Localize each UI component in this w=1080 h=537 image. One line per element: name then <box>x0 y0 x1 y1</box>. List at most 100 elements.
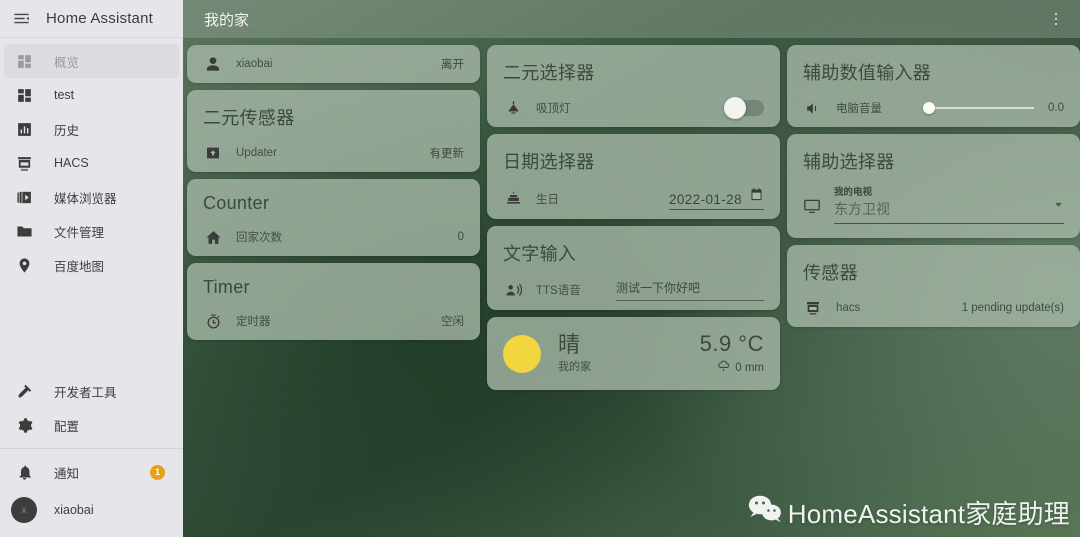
entity-row: TTS语音 测试一下你好吧 <box>487 270 780 310</box>
slider-value: 0.0 <box>1048 102 1064 114</box>
sidebar-item-history[interactable]: 历史 <box>4 112 179 146</box>
entity-state: 有更新 <box>429 148 465 160</box>
card-input-datetime: 日期选择器 生日 2022-01-28 <box>487 134 780 219</box>
entity-name: TTS语音 <box>536 285 581 297</box>
card-title: 文字输入 <box>503 244 577 264</box>
ceiling-light-icon <box>503 98 523 118</box>
volume-medium-icon <box>803 98 823 118</box>
calendar-icon[interactable] <box>749 187 764 207</box>
entity-row[interactable]: 吸顶灯 <box>487 89 780 127</box>
notification-badge: 1 <box>150 464 165 480</box>
date-input[interactable]: 2022-01-28 <box>668 187 764 210</box>
weather-precipitation: 0 mm <box>735 361 764 374</box>
entity-row[interactable]: xiaobai 离开 <box>187 45 480 83</box>
dots-vertical-icon[interactable] <box>1046 9 1066 29</box>
sidebar-item-media-browser[interactable]: 媒体浏览器 <box>4 180 179 214</box>
sidebar-item-user[interactable]: x xiaobai <box>4 489 179 531</box>
sidebar-tools: 开发者工具 配置 <box>0 374 183 442</box>
date-value: 2022-01-28 <box>668 192 742 207</box>
sidebar-item-test[interactable]: test <box>4 78 179 112</box>
dashboard-column-1: xiaobai 离开 二元传感器 Updater 有更新 Counter 回家次… <box>187 45 480 340</box>
entity-row[interactable]: Updater 有更新 <box>187 134 480 172</box>
select-value: 东方卫视 <box>834 201 890 217</box>
view-dashboard-icon <box>14 51 34 71</box>
sidebar-item-label: 历史 <box>54 123 80 138</box>
map-marker-icon <box>14 255 34 275</box>
sidebar-item-label: 媒体浏览器 <box>54 191 117 206</box>
sidebar-item-label: xiaobai <box>54 503 94 517</box>
entity-state: 1 pending update(s) <box>961 302 1064 314</box>
weather-precipitation-row: 0 mm <box>700 359 764 376</box>
card-binary-sensor: 二元传感器 Updater 有更新 <box>187 90 480 172</box>
play-box-multiple-icon <box>14 187 34 207</box>
select-label: 我的电视 <box>834 187 873 198</box>
weather-text-block: 晴 我的家 <box>558 333 591 374</box>
sidebar-item-label: 百度地图 <box>54 259 105 274</box>
hacs-storefront-icon <box>14 153 34 173</box>
sidebar: Home Assistant 概览 test 历史 HACS 媒体浏览器 文件管… <box>0 0 183 537</box>
sidebar-item-hacs[interactable]: HACS <box>4 146 179 180</box>
chart-box-icon <box>14 119 34 139</box>
account-icon <box>203 54 223 74</box>
card-title: 辅助数值输入器 <box>803 63 932 83</box>
card-title: 二元选择器 <box>503 63 595 83</box>
hacs-storefront-icon <box>803 298 823 318</box>
slider-handle[interactable] <box>923 102 935 114</box>
weather-summary: 晴 我的家 5.9 °C 0 mm <box>487 317 780 390</box>
card-input-text: 文字输入 TTS语音 测试一下你好吧 <box>487 226 780 310</box>
entity-name: 回家次数 <box>236 232 282 244</box>
value-slider[interactable] <box>923 102 1034 114</box>
sidebar-item-file-manager[interactable]: 文件管理 <box>4 214 179 248</box>
entity-name: 定时器 <box>236 316 271 328</box>
sidebar-item-label: 概览 <box>54 55 80 70</box>
weather-values: 5.9 °C 0 mm <box>700 331 764 376</box>
main-content: 我的家 xiaobai 离开 二元传感器 Updater 有更新 Counter… <box>183 0 1080 537</box>
entity-row[interactable]: 回家次数 0 <box>187 218 480 256</box>
card-title: 日期选择器 <box>503 152 595 172</box>
card-weather[interactable]: 晴 我的家 5.9 °C 0 mm <box>487 317 780 390</box>
entity-name: hacs <box>836 302 861 314</box>
weather-pouring-icon <box>717 359 731 376</box>
package-up-icon <box>203 143 223 163</box>
card-title: Timer <box>203 277 250 297</box>
text-input-value: 测试一下你好吧 <box>616 281 701 295</box>
select-dropdown[interactable]: 我的电视 东方卫视 <box>834 184 1064 224</box>
entity-name: Updater <box>236 147 277 159</box>
cake-icon <box>503 189 523 209</box>
cog-icon <box>14 415 34 435</box>
folder-icon <box>14 221 34 241</box>
sidebar-item-notifications[interactable]: 通知 1 <box>4 455 179 489</box>
menu-collapse-icon[interactable] <box>10 8 32 30</box>
app-topbar: 我的家 <box>183 0 1080 38</box>
text-input[interactable]: 测试一下你好吧 <box>616 279 764 301</box>
dashboard-columns: xiaobai 离开 二元传感器 Updater 有更新 Counter 回家次… <box>183 38 1080 390</box>
sidebar-header: Home Assistant <box>0 0 183 38</box>
dashboard-column-2: 二元选择器 吸顶灯 日期选择器 生日 2022-01-28 文字输入 TTS语音… <box>487 45 780 390</box>
entity-row: 电脑音量 0.0 <box>787 89 1080 127</box>
sidebar-title: Home Assistant <box>46 10 154 27</box>
page-title: 我的家 <box>204 11 250 29</box>
sidebar-item-baidu-map[interactable]: 百度地图 <box>4 248 179 282</box>
card-input-select: 辅助选择器 我的电视 东方卫视 <box>787 134 1080 238</box>
entity-row[interactable]: hacs 1 pending update(s) <box>787 289 1080 327</box>
home-icon <box>203 227 223 247</box>
avatar: x <box>11 497 37 523</box>
toggle-switch[interactable] <box>724 97 764 119</box>
hammer-icon <box>14 381 34 401</box>
entity-name: 电脑音量 <box>836 103 882 115</box>
entity-name: xiaobai <box>236 58 273 70</box>
chevron-down-icon[interactable] <box>1053 197 1064 215</box>
sidebar-item-configuration[interactable]: 配置 <box>4 408 179 442</box>
sidebar-item-overview[interactable]: 概览 <box>4 44 179 78</box>
entity-row: 生日 2022-01-28 <box>487 178 780 219</box>
entity-row[interactable]: 定时器 空闲 <box>187 302 480 340</box>
weather-condition: 晴 <box>558 331 581 357</box>
sidebar-item-label: 文件管理 <box>54 225 105 240</box>
wechat-icon <box>748 494 782 531</box>
card-timer: Timer 定时器 空闲 <box>187 263 480 340</box>
entity-name: 生日 <box>536 193 559 206</box>
sidebar-item-label: HACS <box>54 156 89 170</box>
timer-icon <box>203 311 223 331</box>
sidebar-item-developer-tools[interactable]: 开发者工具 <box>4 374 179 408</box>
